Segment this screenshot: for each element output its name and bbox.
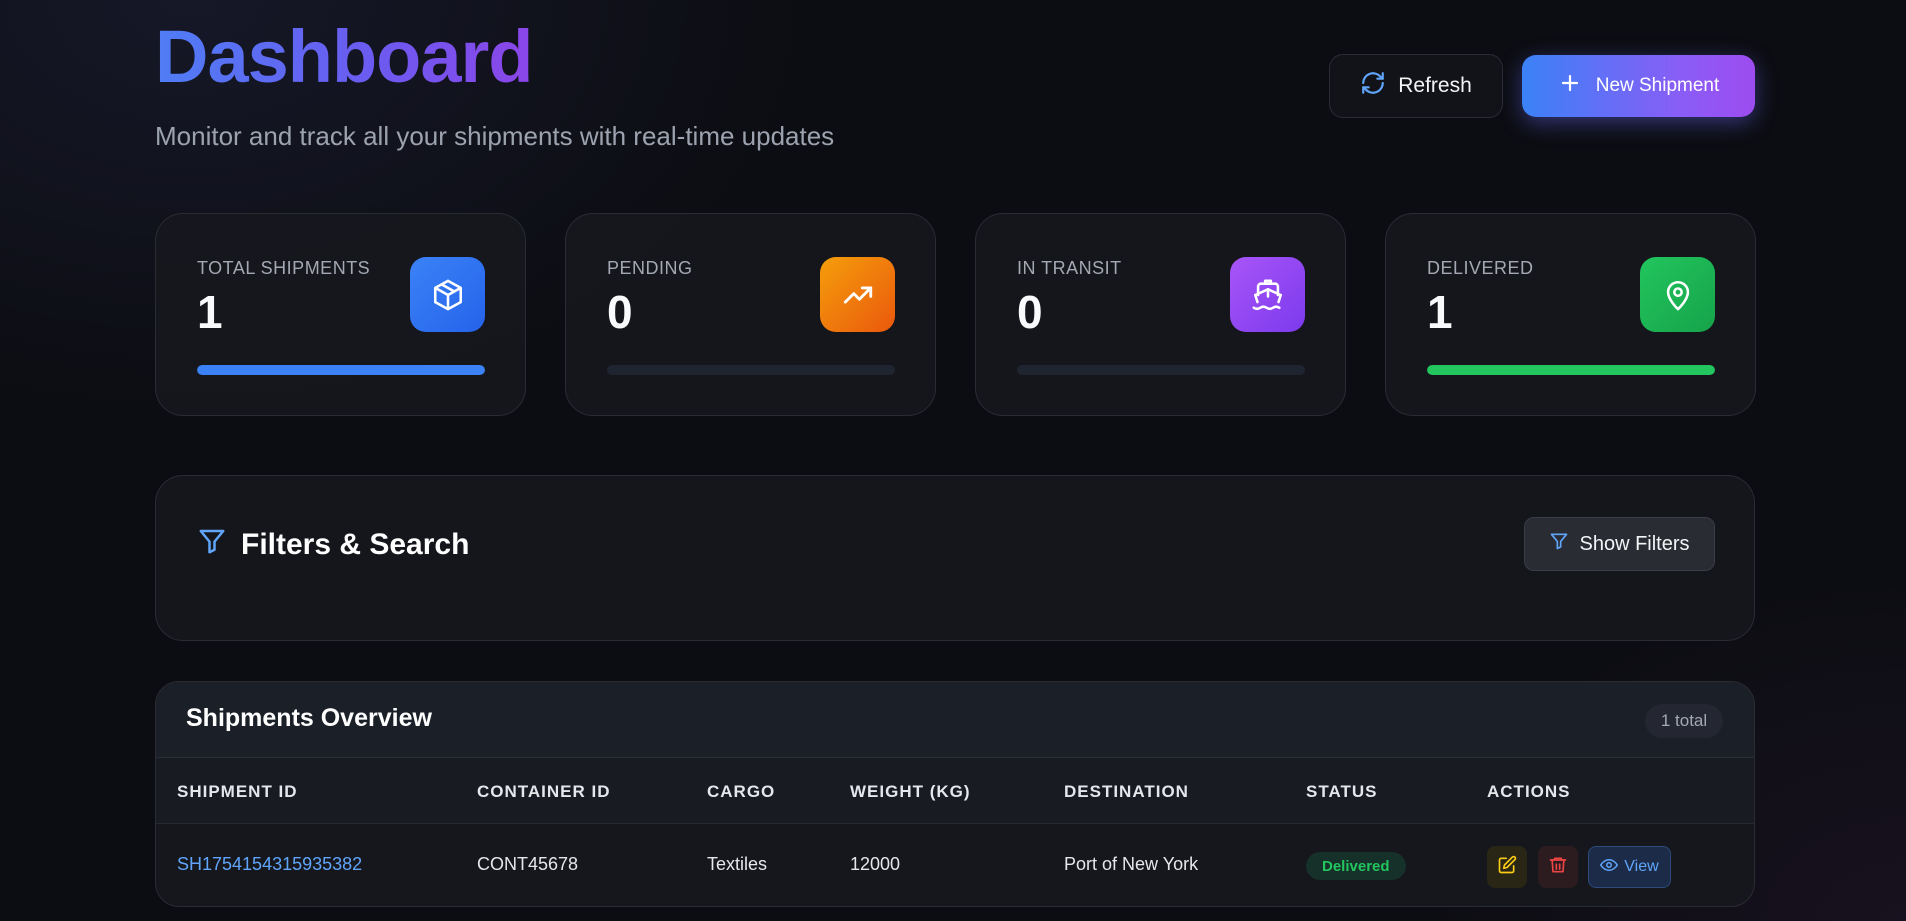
stat-label: DELIVERED: [1427, 258, 1534, 278]
stat-card-in-transit: IN TRANSIT 0: [975, 213, 1346, 416]
map-pin-icon: [1640, 257, 1715, 332]
column-header[interactable]: DESTINATION: [1064, 782, 1189, 802]
refresh-label: Refresh: [1398, 74, 1472, 97]
page-title: Dashboard: [155, 15, 534, 98]
stat-value: 1: [197, 286, 223, 338]
column-header[interactable]: WEIGHT (KG): [850, 782, 971, 802]
refresh-icon: [1360, 70, 1386, 102]
trending-up-icon: [820, 257, 895, 332]
stat-card-delivered: DELIVERED 1: [1385, 213, 1756, 416]
package-icon: [410, 257, 485, 332]
filters-panel: Filters & Search Show Filters: [155, 475, 1755, 641]
show-filters-label: Show Filters: [1579, 532, 1690, 555]
edit-icon: [1497, 855, 1517, 880]
destination-cell: Port of New York: [1064, 854, 1199, 874]
stat-label: TOTAL SHIPMENTS: [197, 258, 371, 278]
stat-card-total: TOTAL SHIPMENTS 1: [155, 213, 526, 416]
table-column-headers: SHIPMENT ID CONTAINER ID CARGO WEIGHT (K…: [156, 758, 1754, 824]
shipments-table: Shipments Overview 1 total SHIPMENT ID C…: [155, 681, 1755, 907]
filters-heading: Filters & Search: [197, 526, 469, 564]
new-shipment-button[interactable]: New Shipment: [1522, 55, 1755, 117]
table-row: SH1754154315935382 CONT45678 Textiles 12…: [156, 824, 1754, 906]
column-header[interactable]: SHIPMENT ID: [177, 782, 298, 802]
edit-button[interactable]: [1487, 846, 1527, 888]
stat-progress-bar: [197, 365, 485, 375]
trash-icon: [1548, 855, 1568, 880]
stat-progress-fill: [1427, 365, 1715, 375]
new-shipment-label: New Shipment: [1595, 75, 1720, 96]
column-header[interactable]: STATUS: [1306, 782, 1377, 802]
filter-icon: [197, 526, 227, 564]
eye-icon: [1600, 856, 1619, 879]
view-button[interactable]: View: [1588, 846, 1671, 888]
total-count-badge: 1 total: [1645, 704, 1723, 738]
ship-icon: [1230, 257, 1305, 332]
stat-value: 0: [607, 286, 633, 338]
delete-button[interactable]: [1538, 846, 1578, 888]
table-header: Shipments Overview 1 total: [156, 682, 1754, 758]
weight-cell: 12000: [850, 854, 901, 874]
stat-label: PENDING: [607, 258, 693, 278]
view-label: View: [1624, 858, 1659, 875]
container-id-cell: CONT45678: [477, 854, 579, 874]
stat-value: 0: [1017, 286, 1043, 338]
show-filters-button[interactable]: Show Filters: [1524, 517, 1715, 571]
column-header[interactable]: CONTAINER ID: [477, 782, 611, 802]
stat-progress-bar: [1427, 365, 1715, 375]
dashboard-page: Dashboard Monitor and track all your shi…: [155, 0, 1756, 921]
shipment-id-link[interactable]: SH1754154315935382: [177, 854, 362, 875]
filter-icon: [1549, 531, 1569, 557]
status-badge: Delivered: [1306, 852, 1406, 880]
page-subtitle: Monitor and track all your shipments wit…: [155, 121, 835, 151]
stat-value: 1: [1427, 286, 1453, 338]
stat-card-pending: PENDING 0: [565, 213, 936, 416]
column-header[interactable]: CARGO: [707, 782, 775, 802]
stat-progress-bar: [607, 365, 895, 375]
stat-label: IN TRANSIT: [1017, 258, 1122, 278]
stat-progress-bar: [1017, 365, 1305, 375]
stat-progress-fill: [197, 365, 485, 375]
column-header: ACTIONS: [1487, 782, 1571, 801]
filters-title: Filters & Search: [241, 528, 470, 561]
cargo-cell: Textiles: [707, 854, 768, 874]
table-title: Shipments Overview: [186, 704, 432, 732]
plus-icon: [1558, 71, 1582, 101]
refresh-button[interactable]: Refresh: [1329, 54, 1503, 118]
